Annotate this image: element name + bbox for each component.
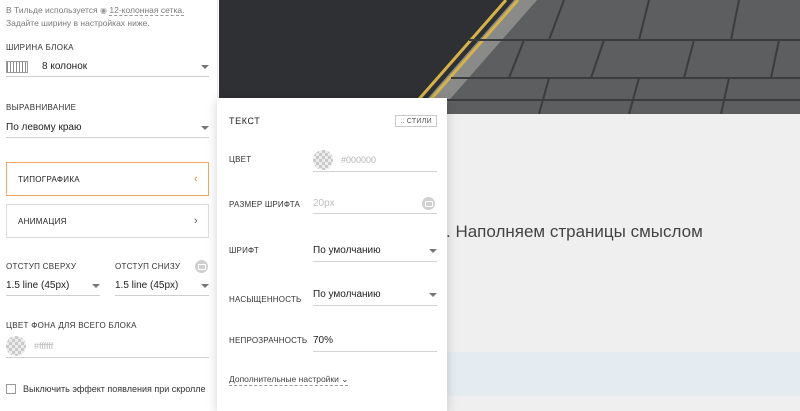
- grid-icon: ⁚⁚: [400, 118, 405, 125]
- copy-icon[interactable]: [422, 197, 435, 210]
- more-settings-link[interactable]: Дополнительные настройки ⌄: [229, 374, 349, 386]
- more-settings-label: Дополнительные настройки: [229, 374, 339, 384]
- font-size-value: 20px: [313, 198, 335, 209]
- hint-text-2: Задайте ширину в настройках ниже.: [6, 18, 150, 28]
- padding-top-select[interactable]: 1.5 line (45px): [6, 276, 100, 296]
- styles-button[interactable]: ⁚⁚ СТИЛИ: [395, 115, 437, 127]
- text-color-label: ЦВЕТ: [229, 155, 252, 164]
- columns-icon: [6, 60, 28, 73]
- scroll-effect-checkbox[interactable]: [6, 384, 16, 394]
- font-weight-value: По умолчанию: [313, 289, 381, 300]
- chevron-down-icon: [429, 292, 437, 297]
- text-style-popup: ТЕКСТ ⁚⁚ СТИЛИ ЦВЕТ #000000 РАЗМЕР ШРИФТ…: [217, 98, 447, 411]
- block-width-select[interactable]: 8 колонок: [6, 57, 209, 77]
- alignment-label: ВЫРАВНИВАНИЕ: [6, 103, 77, 112]
- grid-hint: В Тильде используется ◉ 12-колонная сетк…: [6, 4, 211, 29]
- text-color-field[interactable]: #000000: [313, 148, 437, 172]
- copy-icon[interactable]: [195, 260, 208, 273]
- chevron-down-icon: [92, 283, 100, 288]
- opacity-input[interactable]: 70%: [313, 330, 437, 352]
- padding-bottom-value: 1.5 line (45px): [115, 280, 179, 291]
- scroll-effect-row[interactable]: Выключить эффект появления при скролле: [6, 384, 206, 394]
- font-size-input[interactable]: 20px: [313, 194, 437, 214]
- padding-bottom-label: ОТСТУП СНИЗУ: [115, 262, 181, 271]
- hint-text: В Тильде используется: [6, 5, 98, 15]
- preview-band: [446, 352, 800, 396]
- bg-color-label: ЦВЕТ ФОНА ДЛЯ ВСЕГО БЛОКА: [6, 321, 137, 330]
- preview-heading: . Наполняем страницы смыслом: [446, 222, 703, 241]
- styles-button-label: СТИЛИ: [406, 117, 432, 125]
- block-width-value: 8 колонок: [42, 61, 88, 72]
- font-value: По умолчанию: [313, 245, 381, 256]
- bg-color-field[interactable]: #ffffff: [6, 334, 209, 358]
- eye-icon: ◉: [100, 6, 107, 15]
- chevron-down-icon: [201, 64, 209, 69]
- font-select[interactable]: По умолчанию: [313, 240, 437, 262]
- popup-title: ТЕКСТ: [229, 116, 261, 126]
- chevron-right-icon: ›: [194, 215, 198, 227]
- chevron-down-icon: [201, 283, 209, 288]
- grid-help-link[interactable]: 12-колонная сетка.: [109, 5, 185, 16]
- opacity-value: 70%: [313, 335, 334, 346]
- padding-bottom-select[interactable]: 1.5 line (45px): [115, 276, 209, 296]
- animation-label: АНИМАЦИЯ: [18, 216, 67, 226]
- color-swatch-icon[interactable]: [313, 149, 333, 170]
- typography-label: ТИПОГРАФИКА: [18, 174, 80, 184]
- font-weight-select[interactable]: По умолчанию: [313, 284, 437, 306]
- chevron-down-icon: [201, 125, 209, 130]
- chevron-down-icon: ⌄: [341, 374, 349, 384]
- text-color-input[interactable]: #000000: [341, 155, 376, 165]
- alignment-value: По левому краю: [6, 122, 82, 133]
- preview-cover-image: [219, 0, 800, 114]
- alignment-select[interactable]: По левому краю: [6, 118, 209, 138]
- block-width-label: ШИРИНА БЛОКА: [6, 43, 74, 52]
- animation-section[interactable]: АНИМАЦИЯ ›: [6, 204, 209, 238]
- font-label: ШРИФТ: [229, 246, 259, 255]
- padding-top-label: ОТСТУП СВЕРХУ: [6, 262, 77, 271]
- opacity-label: НЕПРОЗРАЧНОСТЬ: [229, 336, 308, 345]
- settings-panel: В Тильде используется ◉ 12-колонная сетк…: [0, 0, 218, 411]
- font-size-label: РАЗМЕР ШРИФТА: [229, 200, 301, 209]
- padding-top-value: 1.5 line (45px): [6, 280, 70, 291]
- chevron-down-icon: [429, 248, 437, 253]
- color-swatch-icon[interactable]: [6, 335, 26, 356]
- chevron-left-icon: ‹: [194, 173, 198, 185]
- scroll-effect-label: Выключить эффект появления при скролле: [23, 384, 206, 394]
- road-photo: [219, 0, 800, 114]
- typography-section[interactable]: ТИПОГРАФИКА ‹: [6, 162, 209, 196]
- bg-color-input[interactable]: #ffffff: [34, 341, 53, 351]
- font-weight-label: НАСЫЩЕННОСТЬ: [229, 295, 302, 304]
